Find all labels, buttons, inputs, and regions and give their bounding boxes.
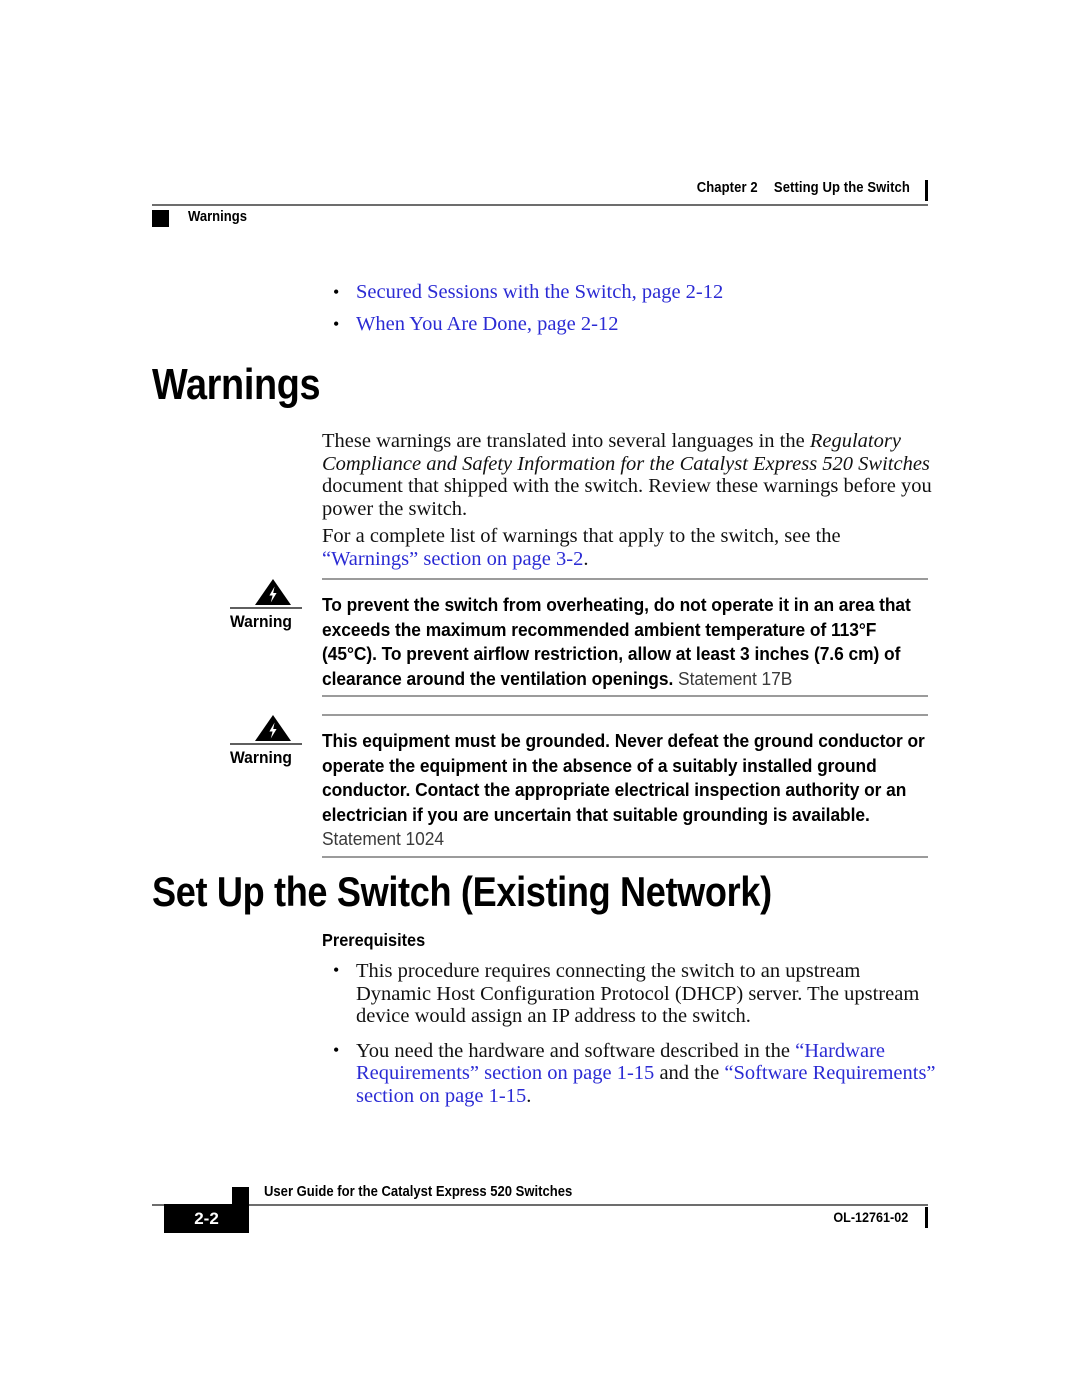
prerequisite-text-pre: You need the hardware and software descr… [356,1039,796,1062]
list-item: • You need the hardware and software desc… [322,1040,936,1108]
footer-edge-tick [925,1207,928,1228]
complete-list-paragraph: For a complete list of warnings that app… [322,525,932,570]
prerequisite-text-mid: and the [654,1062,725,1085]
footer-document-title: User Guide for the Catalyst Express 520 … [264,1184,573,1200]
warning-label: Warning [230,612,292,631]
warnings-section-link[interactable]: “Warnings” section on page 3-2 [322,548,583,570]
list-item[interactable]: • Secured Sessions with the Switch, page … [322,276,928,308]
warning-statement-number: Statement 17B [678,668,793,689]
prerequisite-text: This procedure requires connecting the s… [356,960,920,1028]
prerequisite-text-post: . [526,1084,532,1107]
header-square-marker-icon [152,210,169,227]
footer-document-id: OL-12761-02 [833,1209,908,1225]
intro-text-part1: These warnings are translated into sever… [322,430,810,452]
section-heading-warnings: Warnings [152,360,321,409]
intro-text-part2: document that shipped with the switch. R… [322,475,932,520]
warning-statement-body: To prevent the switch from overheating, … [322,595,911,689]
warning-lightning-triangle-icon [254,714,292,742]
header-divider [152,204,928,206]
header-chapter-info: Chapter 2 Setting Up the Switch [697,180,910,196]
page-number: 2-2 [194,1209,219,1228]
page-footer: 2-2 User Guide for the Catalyst Express … [152,1164,928,1234]
complete-list-text-part2: . [583,547,589,570]
warning-statement-body: This equipment must be grounded. Never d… [322,731,925,825]
footer-divider [152,1204,928,1206]
warning-icon-divider [230,607,302,609]
complete-list-text-part1: For a complete list of warnings that app… [322,525,841,547]
prerequisites-heading: Prerequisites [322,930,426,950]
prerequisites-list: • This procedure requires connecting the … [322,960,936,1120]
page-header: Chapter 2 Setting Up the Switch Warnings [152,180,928,236]
crossref-link[interactable]: When You Are Done, page 2-12 [356,313,618,335]
header-chapter-title: Setting Up the Switch [773,180,910,196]
bullet-icon: • [333,960,340,980]
crossref-link[interactable]: Secured Sessions with the Switch, page 2… [356,281,723,303]
bullet-icon: • [333,282,340,302]
section-heading-setup: Set Up the Switch (Existing Network) [152,868,772,915]
header-chapter-label: Chapter 2 [696,180,758,196]
warning-statement-number: Statement 1024 [322,829,444,849]
warning-lightning-triangle-icon [254,578,292,606]
warning-body: This equipment must be grounded. Never d… [322,714,928,858]
warning-body: To prevent the switch from overheating, … [322,578,928,697]
warning-bottom-divider [322,695,928,697]
footer-square-marker-icon [232,1187,249,1204]
bullet-icon: • [333,314,340,334]
list-item: • This procedure requires connecting the … [322,960,936,1028]
intro-paragraph: These warnings are translated into sever… [322,430,932,520]
warning-icon-divider [230,743,302,745]
document-page: Chapter 2 Setting Up the Switch Warnings … [0,0,1080,1397]
list-item[interactable]: • When You Are Done, page 2-12 [322,308,928,340]
warning-label: Warning [230,748,292,767]
warning-text: To prevent the switch from overheating, … [322,580,927,691]
crossref-list: • Secured Sessions with the Switch, page … [322,276,928,340]
header-edge-tick [925,180,928,201]
warning-bottom-divider [322,855,928,858]
warning-text: This equipment must be grounded. Never d… [322,716,927,852]
header-section-label: Warnings [188,209,247,225]
bullet-icon: • [333,1039,340,1060]
